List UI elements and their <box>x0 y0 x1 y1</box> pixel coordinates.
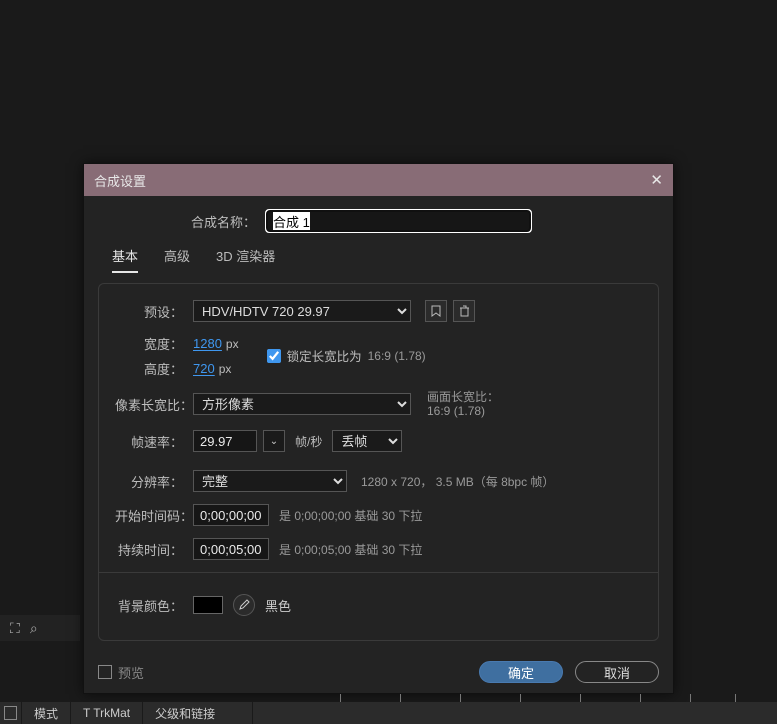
start-tc-info: 是 0;00;00;00 基础 30 下拉 <box>279 507 422 524</box>
preset-select[interactable]: HDV/HDTV 720 29.97 <box>193 300 411 322</box>
camera-icon[interactable]: ⌕ <box>30 620 38 637</box>
tab-advanced[interactable]: 高级 <box>164 246 190 273</box>
dialog-title: 合成设置 <box>94 171 146 190</box>
pixel-aspect-select[interactable]: 方形像素 <box>193 393 411 415</box>
row-height: 高度： 720 px <box>115 359 239 378</box>
tab-3d-renderer[interactable]: 3D 渲染器 <box>216 246 275 273</box>
row-pixel-aspect: 像素长宽比： 方形像素 画面长宽比： 16:9 (1.78) <box>115 390 642 418</box>
lock-aspect-input[interactable] <box>267 349 281 363</box>
preview-checkbox[interactable]: 预览 <box>98 663 144 682</box>
resolution-select[interactable]: 完整 <box>193 470 347 492</box>
col-parent[interactable]: 父级和链接 <box>143 702 253 724</box>
col-trkmat[interactable]: T TrkMat <box>71 702 143 724</box>
height-unit: px <box>219 362 232 376</box>
resolution-info: 1280 x 720， 3.5 MB（每 8bpc 帧） <box>361 473 554 490</box>
width-value[interactable]: 1280 <box>193 336 222 351</box>
bgcolor-label: 背景颜色： <box>115 596 193 615</box>
height-value[interactable]: 720 <box>193 361 215 376</box>
row-width: 宽度： 1280 px <box>115 334 239 353</box>
start-tc-label: 开始时间码： <box>115 506 193 525</box>
row-start-timecode: 开始时间码： 是 0;00;00;00 基础 30 下拉 <box>115 504 642 526</box>
pixel-aspect-label: 像素长宽比： <box>115 395 193 414</box>
tabs: 基本 高级 3D 渲染器 <box>98 242 659 277</box>
col-toggle[interactable] <box>0 702 22 724</box>
close-icon[interactable]: ✕ <box>650 171 663 189</box>
row-resolution: 分辨率： 完整 1280 x 720， 3.5 MB（每 8bpc 帧） <box>115 470 642 492</box>
preset-label: 预设： <box>115 302 193 321</box>
dropframe-select[interactable]: 丢帧 <box>332 430 402 452</box>
dialog-titlebar: 合成设置 ✕ <box>84 164 673 196</box>
height-label: 高度： <box>115 359 193 378</box>
timeline-columns: 模式 T TrkMat 父级和链接 <box>0 702 777 724</box>
timeline-ruler <box>290 690 777 702</box>
duration-label: 持续时间： <box>115 540 193 559</box>
start-tc-input[interactable] <box>193 504 269 526</box>
preview-input[interactable] <box>98 665 112 679</box>
lock-aspect-label: 锁定长宽比为 <box>287 346 362 365</box>
framerate-unit: 帧/秒 <box>295 433 322 450</box>
preset-save-button[interactable] <box>425 300 447 322</box>
zoom-icon[interactable]: ⛶ <box>10 620 20 637</box>
width-unit: px <box>226 337 239 351</box>
framerate-dropdown[interactable]: ⌄ <box>263 430 285 452</box>
width-label: 宽度： <box>115 334 193 353</box>
row-framerate: 帧速率： ⌄ 帧/秒 丢帧 <box>115 430 642 452</box>
col-mode[interactable]: 模式 <box>22 702 71 724</box>
duration-info: 是 0;00;05;00 基础 30 下拉 <box>279 541 422 558</box>
dialog-body: 合成名称： 基本 高级 3D 渲染器 预设： HDV/HDTV 720 29.9… <box>84 196 673 693</box>
row-bgcolor: 背景颜色： 黑色 <box>115 594 642 616</box>
resolution-label: 分辨率： <box>115 472 193 491</box>
preview-label: 预览 <box>118 663 144 682</box>
comp-name-label: 合成名称： <box>98 212 266 231</box>
duration-input[interactable] <box>193 538 269 560</box>
row-comp-name: 合成名称： <box>98 210 659 232</box>
dialog-footer: 预览 确定 取消 <box>84 651 673 693</box>
row-duration: 持续时间： 是 0;00;05;00 基础 30 下拉 <box>115 538 642 560</box>
eyedropper-icon[interactable] <box>233 594 255 616</box>
lock-aspect-checkbox[interactable]: 锁定长宽比为 16:9 (1.78) <box>267 346 426 365</box>
frame-aspect-value: 16:9 (1.78) <box>427 404 499 418</box>
lock-aspect-ratio: 16:9 (1.78) <box>368 349 426 363</box>
tab-basic[interactable]: 基本 <box>112 246 138 273</box>
composition-settings-dialog: 合成设置 ✕ 合成名称： 基本 高级 3D 渲染器 预设： HDV/HDTV 7… <box>83 163 674 694</box>
row-preset: 预设： HDV/HDTV 720 29.97 <box>115 300 642 322</box>
ok-button[interactable]: 确定 <box>479 661 563 683</box>
viewer-toolbar: ⛶ ⌕ <box>0 615 80 641</box>
framerate-input[interactable] <box>193 430 257 452</box>
cancel-button[interactable]: 取消 <box>575 661 659 683</box>
framerate-label: 帧速率： <box>115 432 193 451</box>
frame-aspect-label: 画面长宽比： <box>427 390 499 404</box>
bgcolor-name: 黑色 <box>265 596 291 615</box>
bgcolor-swatch[interactable] <box>193 596 223 614</box>
comp-name-input[interactable] <box>266 210 531 232</box>
preset-delete-button[interactable] <box>453 300 475 322</box>
basic-panel: 预设： HDV/HDTV 720 29.97 宽度： 1280 <box>98 283 659 641</box>
